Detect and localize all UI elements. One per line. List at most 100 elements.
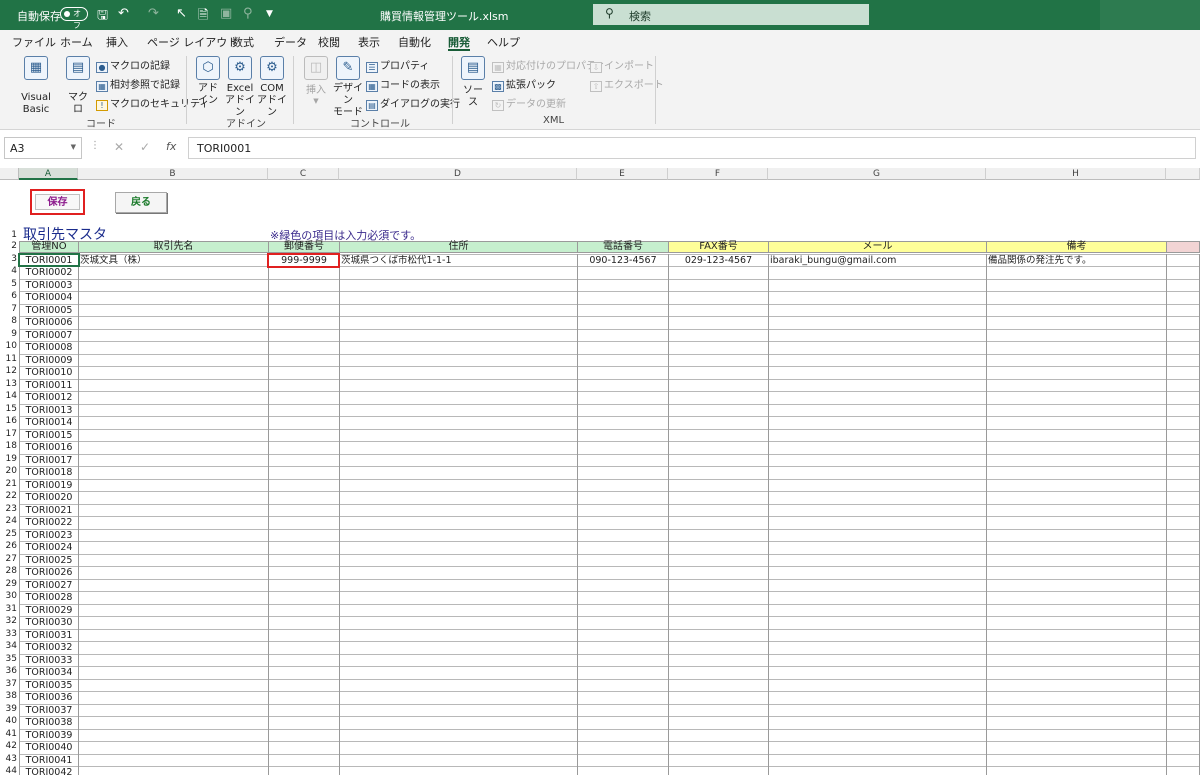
cell-id[interactable]: TORI0009	[21, 355, 77, 368]
properties-button[interactable]: ☰ プロパティ	[366, 57, 429, 73]
tab-1[interactable]: ホーム	[60, 34, 93, 50]
header-cell-extra[interactable]	[1166, 241, 1200, 253]
redo-icon[interactable]: ↷	[148, 6, 159, 21]
customize-qat-icon[interactable]: ▼	[266, 9, 273, 19]
chevron-down-icon[interactable]: ▼	[71, 143, 76, 151]
cell-row3-email[interactable]: ibaraki_bungu@gmail.com	[770, 255, 985, 268]
refresh-data-button[interactable]: ↻ データの更新	[492, 95, 566, 111]
row-number[interactable]: 2	[0, 241, 19, 254]
cell-id[interactable]: TORI0014	[21, 417, 77, 430]
cell-id[interactable]: TORI0008	[21, 342, 77, 355]
cell-id[interactable]: TORI0021	[21, 505, 77, 518]
com-addin-button[interactable]: ⚙ COM アドイン	[257, 56, 287, 119]
macro-button[interactable]: ▤ マクロ	[64, 56, 92, 115]
row-number[interactable]: 40	[0, 716, 19, 729]
cell-id[interactable]: TORI0033	[21, 655, 77, 668]
save-button[interactable]: 保存	[30, 189, 85, 215]
cell-id[interactable]: TORI0017	[21, 455, 77, 468]
cell-id[interactable]: TORI0003	[21, 280, 77, 293]
tab-8[interactable]: 自動化	[398, 34, 431, 50]
cell-id[interactable]: TORI0005	[21, 305, 77, 318]
row-number[interactable]: 3	[0, 254, 19, 267]
cell-id[interactable]: TORI0002	[21, 267, 77, 280]
header-cell-6[interactable]: FAX番号	[668, 241, 769, 253]
row-number[interactable]: 28	[0, 566, 19, 579]
row-number[interactable]: 17	[0, 429, 19, 442]
cell-id[interactable]: TORI0011	[21, 380, 77, 393]
row-number[interactable]: 5	[0, 279, 19, 292]
header-cell-2[interactable]: 取引先名	[78, 241, 269, 253]
cell-id[interactable]: TORI0006	[21, 317, 77, 330]
row-number[interactable]: 26	[0, 541, 19, 554]
header-cell-1[interactable]: 管理NO	[19, 241, 79, 253]
tab-9[interactable]: 開発	[448, 34, 470, 51]
cell-id[interactable]: TORI0032	[21, 642, 77, 655]
row-number[interactable]: 6	[0, 291, 19, 304]
back-button[interactable]: 戻る	[115, 192, 167, 213]
excel-addin-button[interactable]: ⚙ Excel アドイン	[225, 56, 255, 119]
cell-id[interactable]: TORI0019	[21, 480, 77, 493]
row-number[interactable]: 30	[0, 591, 19, 604]
column-header-H[interactable]: H	[986, 168, 1166, 180]
header-cell-3[interactable]: 郵便番号	[268, 241, 340, 253]
cell-id[interactable]: TORI0036	[21, 692, 77, 705]
cell-id[interactable]: TORI0041	[21, 755, 77, 768]
column-header-C[interactable]: C	[268, 168, 339, 180]
row-number[interactable]: 29	[0, 579, 19, 592]
tab-4[interactable]: 数式	[232, 34, 254, 50]
row-number[interactable]: 44	[0, 766, 19, 775]
cell-id[interactable]: TORI0013	[21, 405, 77, 418]
cell-row3-phone[interactable]: 090-123-4567	[579, 255, 667, 268]
cell-id[interactable]: TORI0025	[21, 555, 77, 568]
picture-icon[interactable]: ▣	[220, 6, 232, 21]
row-number[interactable]: 12	[0, 366, 19, 379]
cell-id[interactable]: TORI0034	[21, 667, 77, 680]
cell-id[interactable]: TORI0038	[21, 717, 77, 730]
column-header-G[interactable]: G	[768, 168, 986, 180]
cell-id[interactable]: TORI0026	[21, 567, 77, 580]
row-number[interactable]: 37	[0, 679, 19, 692]
cell-row3-address[interactable]: 茨城県つくば市松代1-1-1	[341, 255, 576, 268]
row-number[interactable]: 24	[0, 516, 19, 529]
row-number[interactable]: 41	[0, 729, 19, 742]
cell-id[interactable]: TORI0028	[21, 592, 77, 605]
header-cell-4[interactable]: 住所	[339, 241, 578, 253]
undo-icon[interactable]: ↶	[118, 6, 129, 21]
header-cell-7[interactable]: メール	[768, 241, 987, 253]
cell-id[interactable]: TORI0039	[21, 730, 77, 743]
row-number[interactable]: 32	[0, 616, 19, 629]
column-header-A[interactable]: A	[19, 168, 78, 180]
column-header-extra[interactable]	[1166, 168, 1200, 180]
row-number[interactable]: 43	[0, 754, 19, 767]
account-area[interactable]	[1100, 0, 1200, 30]
design-mode-button[interactable]: ✎ デザイン モード	[332, 56, 364, 119]
row-number[interactable]: 16	[0, 416, 19, 429]
autosave-toggle[interactable]: オフ	[60, 7, 88, 30]
tab-2[interactable]: 挿入	[106, 34, 128, 50]
export-button[interactable]: ⇧ エクスポート	[590, 76, 664, 92]
row-number[interactable]: 35	[0, 654, 19, 667]
record-macro-button[interactable]: ● マクロの記録	[96, 57, 170, 73]
cell-id[interactable]: TORI0031	[21, 630, 77, 643]
cell-id[interactable]: TORI0027	[21, 580, 77, 593]
row-number[interactable]: 19	[0, 454, 19, 467]
row-number[interactable]: 11	[0, 354, 19, 367]
run-dialog-button[interactable]: ▤ ダイアログの実行	[366, 95, 460, 111]
enter-icon[interactable]: ✓	[140, 140, 150, 154]
column-header-F[interactable]: F	[668, 168, 768, 180]
insert-control-button[interactable]: ◫ 挿入 ▼	[302, 56, 330, 107]
view-code-button[interactable]: ▦ コードの表示	[366, 76, 440, 92]
search-box[interactable]: ⚲ 検索	[593, 4, 869, 25]
row-number[interactable]: 33	[0, 629, 19, 642]
cell-id[interactable]: TORI0022	[21, 517, 77, 530]
row-number[interactable]: 14	[0, 391, 19, 404]
row-number[interactable]: 39	[0, 704, 19, 717]
cell-id[interactable]: TORI0018	[21, 467, 77, 480]
name-box[interactable]: A3 ▼	[4, 137, 82, 159]
map-properties-button[interactable]: ▦ 対応付けのプロパティ	[492, 57, 605, 73]
header-cell-5[interactable]: 電話番号	[577, 241, 669, 253]
row-number[interactable]: 8	[0, 316, 19, 329]
cell-id[interactable]: TORI0010	[21, 367, 77, 380]
row-number[interactable]: 21	[0, 479, 19, 492]
cell-id[interactable]: TORI0042	[21, 767, 77, 775]
